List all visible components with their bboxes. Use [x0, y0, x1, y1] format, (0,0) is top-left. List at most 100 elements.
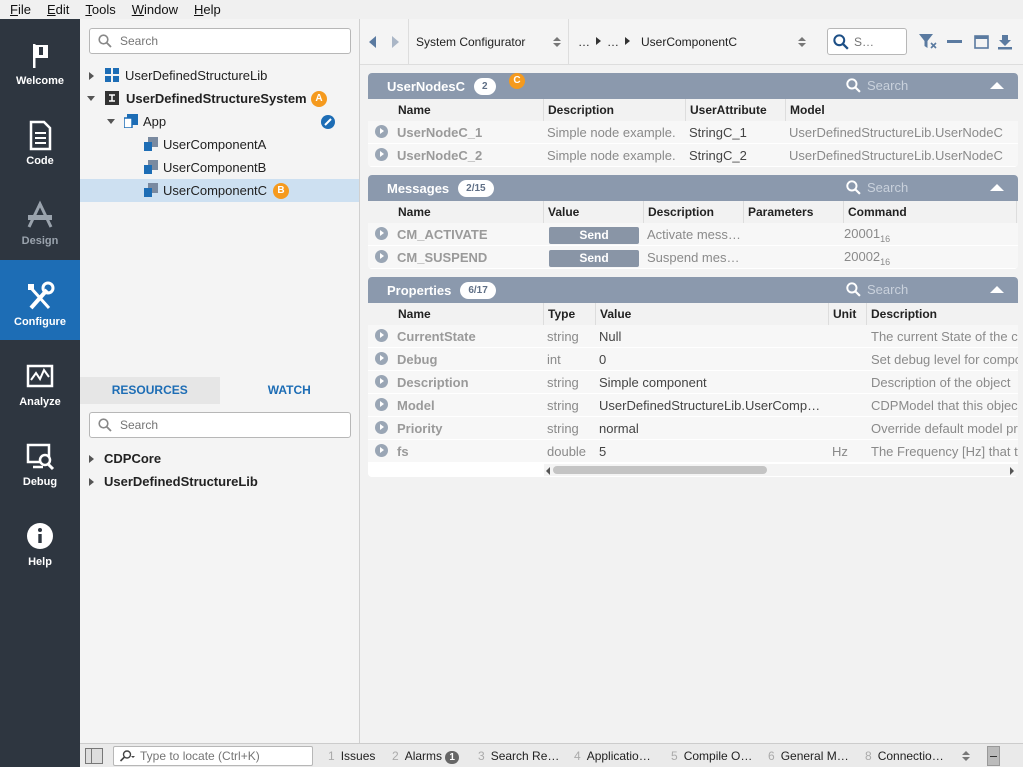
column-header[interactable]: Model [790, 103, 825, 117]
resource-item[interactable]: CDPCore [80, 447, 359, 470]
cell-value[interactable]: Simple component [599, 375, 823, 390]
table-row[interactable]: Model string UserDefinedStructureLib.UserC… [368, 394, 1018, 417]
tree-item[interactable]: UserComponentA [80, 133, 359, 156]
messages-header[interactable]: Messages 2/15 Search [368, 175, 1018, 201]
table-row[interactable]: CM_SUSPEND Send Suspend mes… 2000216 [368, 246, 1018, 269]
expand-arrow-icon[interactable] [89, 72, 94, 80]
menu-window[interactable]: Window [122, 2, 184, 17]
column-header[interactable]: Description [871, 307, 937, 321]
menu-help[interactable]: Help [184, 2, 227, 17]
column-header[interactable]: Value [548, 205, 579, 219]
resources-search[interactable] [89, 412, 351, 438]
resources-search-input[interactable] [120, 418, 320, 432]
cell-value[interactable]: normal [599, 421, 823, 436]
scroll-left-icon[interactable] [546, 467, 550, 475]
collapse-arrow-icon[interactable] [87, 96, 95, 101]
send-button[interactable]: Send [549, 250, 639, 267]
column-header[interactable]: Value [600, 307, 631, 321]
breadcrumb-item[interactable]: … [578, 35, 590, 49]
tree-item-selected[interactable]: UserComponentC B [80, 179, 359, 202]
block-search[interactable] [827, 28, 907, 55]
locate-input[interactable] [140, 749, 305, 763]
expand-circle-icon[interactable] [375, 421, 388, 434]
column-header[interactable]: Description [648, 205, 714, 219]
status-tab-general[interactable]: 6 General M… [768, 749, 849, 763]
tree-item[interactable]: UserDefinedStructureLib [80, 64, 359, 87]
table-row[interactable]: Description string Simple component Descrip… [368, 371, 1018, 394]
forward-arrow-icon[interactable] [392, 36, 399, 48]
view-combo[interactable]: System Configurator [410, 29, 565, 55]
collapse-up-icon[interactable] [990, 82, 1004, 89]
breadcrumb-current[interactable]: UserComponentC [641, 35, 737, 49]
scroll-right-icon[interactable] [1010, 467, 1014, 475]
panel-minimize-button[interactable] [987, 746, 1000, 766]
breadcrumb-item[interactable]: … [607, 35, 619, 49]
collapse-up-icon[interactable] [990, 184, 1004, 191]
nav-configure[interactable]: Configure [0, 260, 80, 340]
nav-welcome[interactable]: Welcome [0, 19, 80, 99]
panel-search[interactable]: Search [846, 282, 908, 297]
back-arrow-icon[interactable] [369, 36, 376, 48]
expand-arrow-icon[interactable] [89, 478, 94, 486]
panel-search[interactable]: Search [846, 78, 908, 93]
tree-search-input[interactable] [120, 34, 320, 48]
dock-icon[interactable] [997, 34, 1013, 50]
nav-code[interactable]: Code [0, 99, 80, 179]
status-tab-alarms[interactable]: 2 Alarms 1 [392, 749, 459, 764]
expand-circle-icon[interactable] [375, 250, 388, 263]
properties-header[interactable]: Properties 6/17 Search [368, 277, 1018, 303]
cell-value[interactable]: Null [599, 329, 823, 344]
expand-arrow-icon[interactable] [89, 455, 94, 463]
tab-resources[interactable]: RESOURCES [80, 377, 220, 404]
tree-item[interactable]: App [80, 110, 359, 133]
panel-search[interactable]: Search [846, 180, 908, 195]
expand-circle-icon[interactable] [375, 375, 388, 388]
menu-edit[interactable]: Edit [37, 2, 75, 17]
cell-value[interactable]: 5 [599, 444, 823, 459]
expand-circle-icon[interactable] [375, 227, 388, 240]
column-header[interactable]: Name [398, 307, 431, 321]
column-header[interactable]: Command [848, 205, 907, 219]
resource-item[interactable]: UserDefinedStructureLib [80, 470, 359, 493]
column-header[interactable]: Type [548, 307, 575, 321]
menu-file[interactable]: File [0, 2, 37, 17]
expand-circle-icon[interactable] [375, 352, 388, 365]
sidebar-toggle-icon[interactable] [85, 748, 103, 764]
usernodes-header[interactable]: UserNodesC 2 C Search [368, 73, 1018, 99]
status-tab-compile[interactable]: 5 Compile O… [671, 749, 752, 763]
table-row[interactable]: fs double 5 Hz The Frequency [Hz] that t [368, 440, 1018, 463]
expand-circle-icon[interactable] [375, 125, 388, 138]
cell-value[interactable]: 0 [599, 352, 823, 367]
horizontal-scrollbar[interactable] [368, 463, 1018, 477]
column-header[interactable]: Parameters [748, 205, 813, 219]
tree-item[interactable]: UserComponentB [80, 156, 359, 179]
cell-userattribute[interactable]: StringC_1 [689, 125, 747, 140]
expand-circle-icon[interactable] [375, 148, 388, 161]
expand-circle-icon[interactable] [375, 329, 388, 342]
menu-tools[interactable]: Tools [75, 2, 121, 17]
scroll-thumb[interactable] [553, 466, 767, 474]
block-search-input[interactable] [854, 34, 900, 49]
table-row[interactable]: CM_ACTIVATE Send Activate mess… 2000116 [368, 223, 1018, 246]
status-tab-issues[interactable]: 1 Issues [328, 749, 375, 763]
nav-analyze[interactable]: Analyze [0, 340, 80, 420]
filter-icon[interactable] [919, 34, 937, 50]
nav-design[interactable]: Design [0, 179, 80, 259]
minimize-icon[interactable] [947, 40, 962, 44]
table-row[interactable]: Debug int 0 Set debug level for compo [368, 348, 1018, 371]
column-header[interactable]: Name [398, 103, 431, 117]
nav-help[interactable]: Help [0, 500, 80, 580]
table-row[interactable]: Priority string normal Override default mod… [368, 417, 1018, 440]
send-button[interactable]: Send [549, 227, 639, 244]
cell-userattribute[interactable]: StringC_2 [689, 148, 747, 163]
table-row[interactable]: CurrentState string Null The current State … [368, 325, 1018, 348]
expand-circle-icon[interactable] [375, 398, 388, 411]
collapse-up-icon[interactable] [990, 286, 1004, 293]
locate-box[interactable] [113, 746, 313, 766]
status-tab-search[interactable]: 3 Search Re… [478, 749, 559, 763]
status-tab-connection[interactable]: 8 Connectio… [865, 749, 944, 763]
expand-circle-icon[interactable] [375, 444, 388, 457]
table-row[interactable]: UserNodeC_1 Simple node example. StringC… [368, 121, 1018, 144]
table-row[interactable]: UserNodeC_2 Simple node example. StringC… [368, 144, 1018, 167]
updown-icon[interactable] [962, 750, 970, 762]
